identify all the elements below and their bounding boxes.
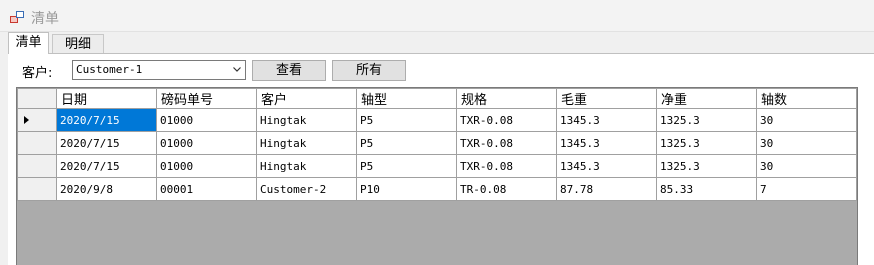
grid-corner-header[interactable]	[17, 88, 57, 109]
tab-list[interactable]: 清单	[8, 32, 49, 54]
cell-gross-weight[interactable]: 1345.3	[556, 131, 657, 155]
cell-gross-weight[interactable]: 1345.3	[556, 108, 657, 132]
cell-customer[interactable]: Hingtak	[256, 154, 357, 178]
table-row[interactable]: 2020/7/15 01000 Hingtak P5 TXR-0.08 1345…	[17, 108, 857, 132]
app-icon	[10, 11, 24, 23]
cell-spec[interactable]: TXR-0.08	[456, 154, 557, 178]
cell-reel-type[interactable]: P5	[356, 108, 457, 132]
chevron-down-icon[interactable]	[233, 65, 241, 73]
tab-detail[interactable]: 明细	[52, 34, 104, 53]
cell-reel-count[interactable]: 30	[756, 108, 857, 132]
cell-spec[interactable]: TXR-0.08	[456, 131, 557, 155]
column-header-gross-weight[interactable]: 毛重	[556, 88, 657, 109]
cell-date[interactable]: 2020/9/8	[56, 177, 157, 201]
row-header[interactable]	[17, 154, 57, 178]
row-header[interactable]	[17, 108, 57, 132]
table-row[interactable]: 2020/7/15 01000 Hingtak P5 TXR-0.08 1345…	[17, 131, 857, 155]
column-header-reel-type[interactable]: 轴型	[356, 88, 457, 109]
cell-net-weight[interactable]: 1325.3	[656, 131, 757, 155]
column-header-date[interactable]: 日期	[56, 88, 157, 109]
column-header-customer[interactable]: 客户	[256, 88, 357, 109]
cell-ticket-no[interactable]: 01000	[156, 154, 257, 178]
customer-label: 客户:	[22, 66, 53, 81]
table-row[interactable]: 2020/9/8 00001 Customer-2 P10 TR-0.08 87…	[17, 177, 857, 201]
grid-header-row: 日期 磅码单号 客户 轴型 规格 毛重 净重 轴数	[17, 88, 857, 109]
cell-customer[interactable]: Hingtak	[256, 131, 357, 155]
cell-ticket-no[interactable]: 00001	[156, 177, 257, 201]
data-grid[interactable]: 日期 磅码单号 客户 轴型 规格 毛重 净重 轴数 2020/7/15 0100…	[16, 87, 858, 265]
cell-spec[interactable]: TR-0.08	[456, 177, 557, 201]
cell-reel-count[interactable]: 30	[756, 131, 857, 155]
cell-reel-type[interactable]: P5	[356, 154, 457, 178]
cell-net-weight[interactable]: 1325.3	[656, 154, 757, 178]
window-title: 清单	[31, 11, 59, 27]
cell-gross-weight[interactable]: 87.78	[556, 177, 657, 201]
customer-combobox-value: Customer-1	[76, 63, 143, 76]
title-bar[interactable]: 清单	[0, 0, 874, 32]
cell-reel-type[interactable]: P5	[356, 131, 457, 155]
all-button[interactable]: 所有	[332, 60, 406, 81]
grid-table: 日期 磅码单号 客户 轴型 规格 毛重 净重 轴数 2020/7/15 0100…	[17, 88, 857, 201]
column-header-ticket-no[interactable]: 磅码单号	[156, 88, 257, 109]
row-header[interactable]	[17, 131, 57, 155]
cell-date[interactable]: 2020/7/15	[56, 154, 157, 178]
cell-customer[interactable]: Hingtak	[256, 108, 357, 132]
column-header-spec[interactable]: 规格	[456, 88, 557, 109]
current-row-arrow-icon	[24, 116, 29, 124]
cell-reel-type[interactable]: P10	[356, 177, 457, 201]
cell-date[interactable]: 2020/7/15	[56, 131, 157, 155]
cell-reel-count[interactable]: 30	[756, 154, 857, 178]
table-row[interactable]: 2020/7/15 01000 Hingtak P5 TXR-0.08 1345…	[17, 154, 857, 178]
cell-net-weight[interactable]: 85.33	[656, 177, 757, 201]
cell-ticket-no[interactable]: 01000	[156, 108, 257, 132]
cell-spec[interactable]: TXR-0.08	[456, 108, 557, 132]
cell-net-weight[interactable]: 1325.3	[656, 108, 757, 132]
column-header-reel-count[interactable]: 轴数	[756, 88, 857, 109]
cell-gross-weight[interactable]: 1345.3	[556, 154, 657, 178]
view-button[interactable]: 查看	[252, 60, 326, 81]
tab-strip: 清单 明细	[0, 32, 874, 54]
cell-ticket-no[interactable]: 01000	[156, 131, 257, 155]
row-header[interactable]	[17, 177, 57, 201]
customer-combobox[interactable]: Customer-1	[72, 60, 246, 80]
cell-customer[interactable]: Customer-2	[256, 177, 357, 201]
cell-reel-count[interactable]: 7	[756, 177, 857, 201]
column-header-net-weight[interactable]: 净重	[656, 88, 757, 109]
cell-date[interactable]: 2020/7/15	[56, 108, 157, 132]
